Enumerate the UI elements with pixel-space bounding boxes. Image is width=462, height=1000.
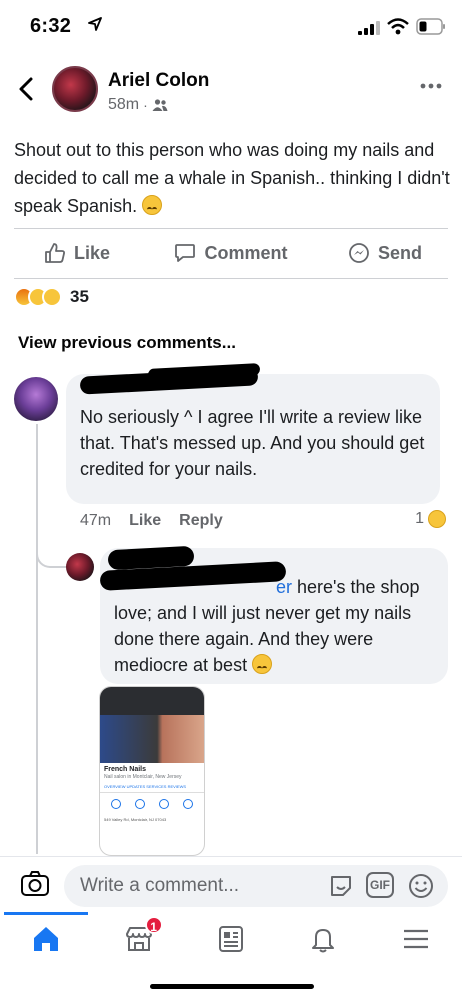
status-bar: 6:32 xyxy=(0,0,462,52)
reply-connector xyxy=(36,548,66,568)
status-time: 6:32 xyxy=(30,15,72,37)
tab-menu[interactable] xyxy=(370,914,462,964)
screenshot-search-bar xyxy=(100,687,204,715)
upside-down-face-emoji-icon xyxy=(252,654,273,674)
home-icon xyxy=(34,927,59,951)
directions-icon xyxy=(135,799,145,809)
comment-composer: Write a comment... GIF xyxy=(0,856,462,912)
comment-like-button[interactable]: Like xyxy=(129,512,161,530)
bell-icon xyxy=(312,929,335,953)
comment-reply-button[interactable]: Reply xyxy=(179,512,223,530)
friends-audience-icon xyxy=(152,99,168,111)
send-label: Send xyxy=(377,242,422,263)
business-action-icons xyxy=(100,793,204,815)
like-label: Like xyxy=(73,242,111,263)
wifi-icon xyxy=(387,18,409,35)
tab-news[interactable] xyxy=(185,914,277,964)
back-arrow-icon[interactable] xyxy=(16,76,38,102)
view-previous-comments-link[interactable]: View previous comments... xyxy=(18,333,236,353)
gif-button[interactable]: GIF xyxy=(366,872,394,898)
thumbs-up-icon xyxy=(45,243,65,263)
commenter-avatar[interactable] xyxy=(14,377,58,421)
post-actions: Like Comment Send xyxy=(0,232,462,274)
meta-separator: · xyxy=(143,97,148,113)
send-button[interactable]: Send xyxy=(308,232,462,274)
reaction-count: 35 xyxy=(70,287,89,306)
author-avatar[interactable] xyxy=(52,66,98,112)
reply-mention[interactable]: er xyxy=(276,577,292,597)
tab-notifications[interactable] xyxy=(277,914,369,964)
post-body: Shout out to this person who was doing m… xyxy=(14,136,454,220)
comment-reactions[interactable]: 1 xyxy=(415,510,446,528)
business-subtitle: Nail salon in Montclair, New Jersey xyxy=(104,774,182,780)
cellular-signal-icon xyxy=(358,21,380,35)
camera-icon[interactable] xyxy=(20,869,50,899)
comment-label: Comment xyxy=(204,242,288,263)
post-meta: 58m · xyxy=(108,96,168,114)
comment-bubble-icon xyxy=(175,244,196,262)
tab-marketplace[interactable]: 1 xyxy=(92,914,184,964)
location-arrow-icon xyxy=(88,17,102,31)
battery-icon xyxy=(416,18,445,35)
comment-time: 47m xyxy=(80,512,112,529)
comment-placeholder: Write a comment... xyxy=(80,875,240,896)
call-icon xyxy=(111,799,121,809)
divider xyxy=(14,278,448,279)
emoji-icon[interactable] xyxy=(408,873,434,899)
reply-author-avatar[interactable] xyxy=(66,553,94,581)
upside-down-face-emoji-icon xyxy=(142,195,163,215)
like-button[interactable]: Like xyxy=(0,232,154,274)
comment-meta: 47m Like Reply xyxy=(80,512,223,530)
comment-button[interactable]: Comment xyxy=(154,232,308,274)
hamburger-menu-icon xyxy=(403,929,428,949)
post-timestamp[interactable]: 58m xyxy=(108,96,139,114)
salon-photo xyxy=(100,715,204,763)
home-indicator xyxy=(150,984,314,989)
reply-text: er here's the shop love; and I will just… xyxy=(114,574,444,678)
messenger-icon xyxy=(349,243,369,263)
save-icon xyxy=(183,799,193,809)
marketplace-badge: 1 xyxy=(144,916,163,934)
shared-screenshot-image[interactable]: French Nails Nail salon in Montclair, Ne… xyxy=(99,686,205,856)
business-address: 549 Valley Rd, Montclair, NJ 07043 xyxy=(104,817,167,822)
comment-reaction-count: 1 xyxy=(415,510,424,527)
post-author-name[interactable]: Ariel Colon xyxy=(108,70,209,92)
business-tabs: OVERVIEW UPDATES SERVICES REVIEWS xyxy=(100,781,204,793)
sticker-icon[interactable] xyxy=(328,873,354,899)
tab-home[interactable] xyxy=(0,914,92,964)
news-icon xyxy=(219,926,244,952)
tongue-face-reaction-icon xyxy=(428,510,446,528)
more-options-icon[interactable] xyxy=(420,82,442,90)
thread-line xyxy=(36,424,38,854)
sad-reaction-icon xyxy=(42,287,62,307)
post-text: Shout out to this person who was doing m… xyxy=(14,140,450,216)
reaction-summary[interactable]: 35 xyxy=(14,287,89,307)
comment-text: No seriously ^ I agree I'll write a revi… xyxy=(80,407,425,479)
divider xyxy=(14,228,448,229)
bottom-navigation: 1 xyxy=(0,914,462,964)
share-icon xyxy=(159,799,169,809)
business-name: French Nails xyxy=(104,766,147,773)
